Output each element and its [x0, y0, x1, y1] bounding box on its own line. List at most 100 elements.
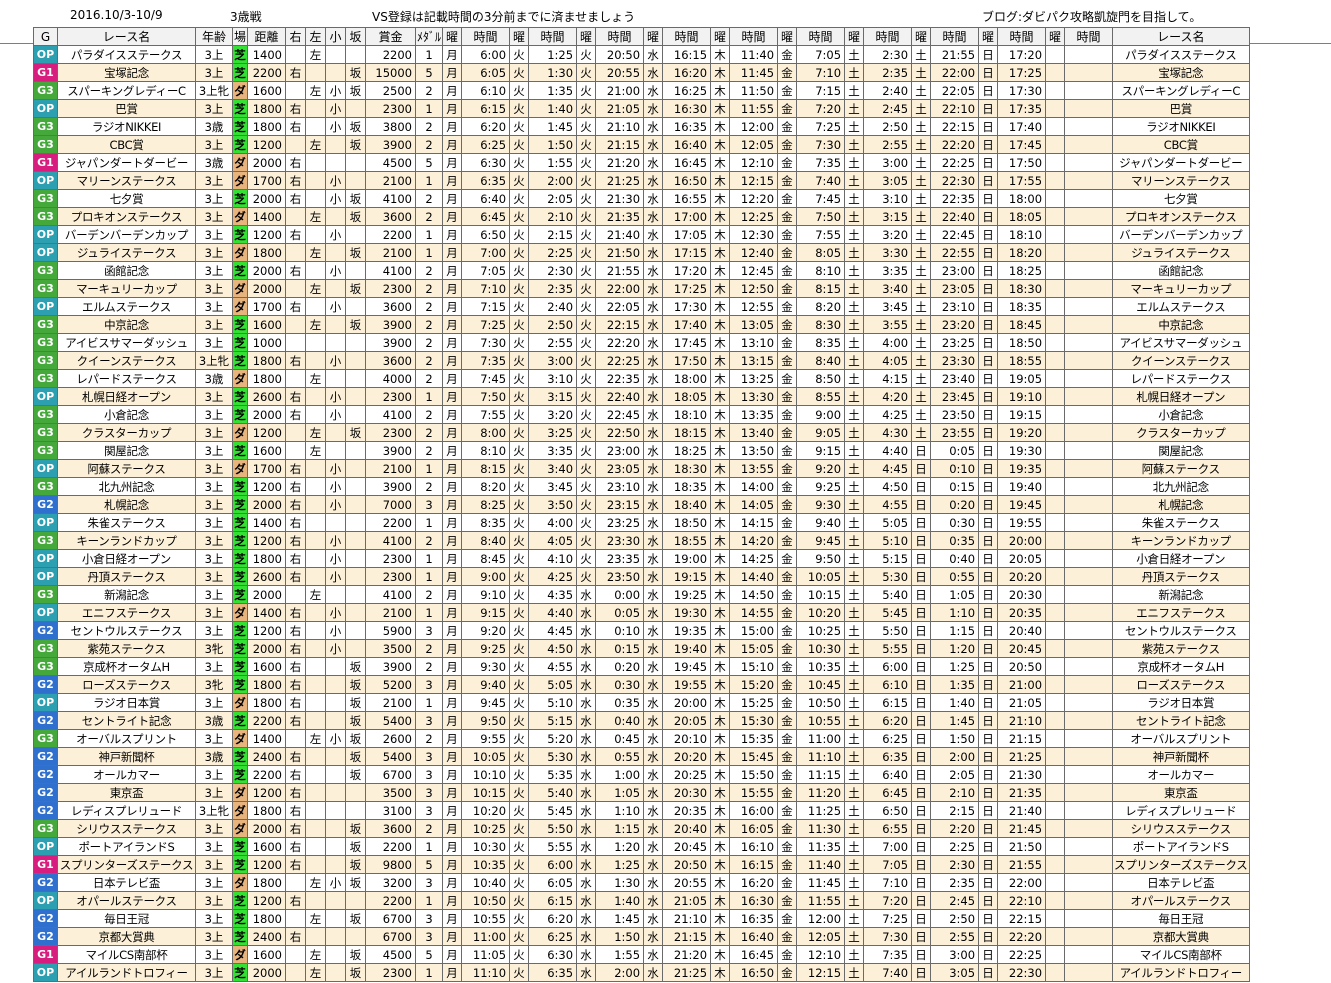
- table-cell[interactable]: 左: [305, 81, 327, 100]
- surface-cell[interactable]: 芝: [231, 99, 249, 118]
- weekday-cell[interactable]: 土: [844, 585, 865, 604]
- weekday-cell[interactable]: 金: [777, 927, 798, 946]
- weekday-cell[interactable]: 火: [576, 117, 597, 136]
- race-name-cell[interactable]: 函館記念: [57, 261, 196, 280]
- time-cell[interactable]: 2:50: [863, 117, 913, 136]
- time-cell[interactable]: 18:35: [997, 297, 1047, 316]
- weekday-cell[interactable]: 水: [643, 423, 664, 442]
- table-cell[interactable]: 右: [285, 837, 307, 856]
- table-cell[interactable]: [345, 621, 367, 640]
- weekday-cell[interactable]: 月: [442, 207, 463, 226]
- time-cell[interactable]: 20:35: [662, 801, 712, 820]
- time-cell[interactable]: [1064, 351, 1114, 370]
- column-header[interactable]: レース名: [1112, 27, 1250, 46]
- grade-cell[interactable]: G2: [33, 747, 58, 766]
- surface-cell[interactable]: ダ: [231, 819, 249, 838]
- time-cell[interactable]: 16:40: [729, 927, 779, 946]
- prize-cell[interactable]: 2200: [365, 513, 417, 532]
- table-cell[interactable]: 左: [305, 945, 327, 964]
- table-cell[interactable]: 坂: [345, 711, 367, 730]
- time-cell[interactable]: 1:20: [930, 639, 980, 658]
- time-cell[interactable]: [1064, 171, 1114, 190]
- table-row[interactable]: OP ラジオ日本賞 3上ダ 1800 右坂 2100 1 月 9:45 火 5:10 水 0:35 水 20…: [33, 693, 1250, 712]
- weekday-cell[interactable]: 火: [509, 585, 530, 604]
- weekday-cell[interactable]: 月: [442, 135, 463, 154]
- time-cell[interactable]: 5:35: [528, 765, 578, 784]
- prize-cell[interactable]: 3100: [365, 801, 417, 820]
- time-cell[interactable]: 12:00: [729, 117, 779, 136]
- time-cell[interactable]: 10:55: [461, 909, 511, 928]
- time-cell[interactable]: 10:30: [461, 837, 511, 856]
- weekday-cell[interactable]: 水: [576, 711, 597, 730]
- surface-cell[interactable]: 芝: [231, 621, 249, 640]
- time-cell[interactable]: 1:05: [930, 585, 980, 604]
- weekday-cell[interactable]: 水: [643, 189, 664, 208]
- weekday-cell[interactable]: 日: [978, 729, 999, 748]
- weekday-cell[interactable]: [1045, 711, 1066, 730]
- time-cell[interactable]: 6:20: [461, 117, 511, 136]
- weekday-cell[interactable]: 土: [844, 621, 865, 640]
- weekday-cell[interactable]: 水: [643, 729, 664, 748]
- weekday-cell[interactable]: 月: [442, 819, 463, 838]
- table-cell[interactable]: 1: [415, 963, 444, 982]
- time-cell[interactable]: 15:55: [729, 783, 779, 802]
- table-cell[interactable]: 2: [415, 639, 444, 658]
- time-cell[interactable]: [1064, 765, 1114, 784]
- grade-cell[interactable]: G2: [33, 909, 58, 928]
- table-cell[interactable]: 小: [325, 639, 347, 658]
- weekday-cell[interactable]: 日: [978, 225, 999, 244]
- weekday-cell[interactable]: 土: [844, 531, 865, 550]
- weekday-cell[interactable]: 土: [911, 63, 932, 82]
- weekday-cell[interactable]: 土: [844, 513, 865, 532]
- time-cell[interactable]: 13:15: [729, 351, 779, 370]
- weekday-cell[interactable]: 水: [643, 81, 664, 100]
- table-row[interactable]: OP エルムステークス 3上ダ 1700 右小 3600 2 月 7:15 火 2:40 火 22:05…: [33, 297, 1250, 316]
- time-cell[interactable]: 22:15: [930, 117, 980, 136]
- time-cell[interactable]: 16:55: [662, 189, 712, 208]
- time-cell[interactable]: 23:20: [930, 315, 980, 334]
- weekday-cell[interactable]: 土: [911, 423, 932, 442]
- table-cell[interactable]: 坂: [345, 63, 367, 82]
- time-cell[interactable]: 3:40: [863, 279, 913, 298]
- time-cell[interactable]: 23:50: [930, 405, 980, 424]
- grade-cell[interactable]: OP: [33, 387, 58, 406]
- table-cell[interactable]: 右: [285, 459, 307, 478]
- weekday-cell[interactable]: 金: [777, 63, 798, 82]
- weekday-cell[interactable]: 水: [576, 945, 597, 964]
- weekday-cell[interactable]: 土: [844, 747, 865, 766]
- race-name-cell[interactable]: 阿蘇ステークス: [57, 459, 196, 478]
- time-cell[interactable]: 0:35: [595, 693, 645, 712]
- time-cell[interactable]: 2:30: [528, 261, 578, 280]
- weekday-cell[interactable]: 火: [509, 621, 530, 640]
- weekday-cell[interactable]: 日: [911, 711, 932, 730]
- table-cell[interactable]: 3上: [195, 495, 233, 514]
- surface-cell[interactable]: 芝: [231, 963, 249, 982]
- time-cell[interactable]: 19:40: [662, 639, 712, 658]
- weekday-cell[interactable]: 木: [710, 459, 731, 478]
- table-cell[interactable]: [325, 243, 347, 262]
- time-cell[interactable]: 10:35: [461, 855, 511, 874]
- column-header[interactable]: 時間: [930, 27, 980, 46]
- table-cell[interactable]: 坂: [345, 189, 367, 208]
- grade-cell[interactable]: G3: [33, 729, 58, 748]
- table-cell[interactable]: [305, 819, 327, 838]
- weekday-cell[interactable]: 水: [643, 711, 664, 730]
- weekday-cell[interactable]: 水: [643, 549, 664, 568]
- time-cell[interactable]: 10:30: [796, 639, 846, 658]
- time-cell[interactable]: 19:30: [662, 603, 712, 622]
- time-cell[interactable]: [1064, 135, 1114, 154]
- surface-cell[interactable]: 芝: [231, 315, 249, 334]
- weekday-cell[interactable]: 土: [911, 369, 932, 388]
- grade-cell[interactable]: G3: [33, 207, 58, 226]
- time-cell[interactable]: 6:45: [863, 783, 913, 802]
- time-cell[interactable]: 22:35: [930, 189, 980, 208]
- weekday-cell[interactable]: 日: [978, 315, 999, 334]
- table-row[interactable]: G2 セントウルステークス 3上芝 1200 右小 5900 3 月 9:20 火 4:45 水 0:1…: [33, 621, 1250, 640]
- table-cell[interactable]: 2: [415, 441, 444, 460]
- time-cell[interactable]: 3:00: [528, 351, 578, 370]
- time-cell[interactable]: 22:20: [930, 135, 980, 154]
- weekday-cell[interactable]: [1045, 81, 1066, 100]
- table-cell[interactable]: 右: [285, 495, 307, 514]
- time-cell[interactable]: 9:05: [796, 423, 846, 442]
- weekday-cell[interactable]: 火: [509, 243, 530, 262]
